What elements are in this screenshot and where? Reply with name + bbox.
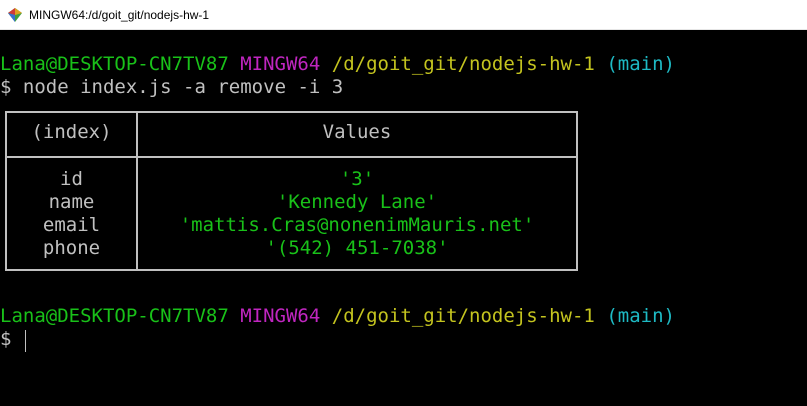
- prompt-symbol-2: $: [0, 328, 12, 350]
- title-bar[interactable]: MINGW64:/d/goit_git/nodejs-hw-1: [0, 0, 807, 30]
- table-value-email: 'mattis.Cras@nonenimMauris.net': [179, 214, 535, 236]
- table-value-phone: '(542) 451-7038': [265, 237, 449, 259]
- terminal-window: MINGW64:/d/goit_git/nodejs-hw-1 Lana@DES…: [0, 0, 807, 406]
- console-table: (index) Values id name email phone '3' '…: [5, 111, 578, 271]
- input-line[interactable]: $: [0, 328, 11, 351]
- prompt-user-host-2: Lana@DESKTOP-CN7TV87: [0, 305, 229, 327]
- prompt-line-2: Lana@DESKTOP-CN7TV87 MINGW64 /d/goit_git…: [0, 305, 675, 328]
- prompt-line: Lana@DESKTOP-CN7TV87 MINGW64 /d/goit_git…: [0, 53, 675, 76]
- table-key-name: name: [48, 191, 95, 213]
- prompt-path: /d/goit_git/nodejs-hw-1: [331, 53, 595, 75]
- prompt-env-2: MINGW64: [240, 305, 321, 327]
- prompt-env: MINGW64: [240, 53, 321, 75]
- table-value-column: '3' 'Kennedy Lane' 'mattis.Cras@nonenimM…: [138, 168, 576, 260]
- prompt-path-2: /d/goit_git/nodejs-hw-1: [331, 305, 595, 327]
- table-key-id: id: [60, 168, 83, 190]
- table-key-column: id name email phone: [7, 168, 136, 260]
- text-cursor: [25, 330, 26, 352]
- table-key-email: email: [42, 214, 101, 236]
- terminal-output[interactable]: Lana@DESKTOP-CN7TV87 MINGW64 /d/goit_git…: [0, 30, 807, 406]
- table-header-index: (index): [31, 121, 112, 143]
- prompt-branch-2: (main): [606, 305, 675, 327]
- table-key-phone: phone: [42, 237, 101, 259]
- command-text: node index.js -a remove -i 3: [22, 76, 344, 98]
- table-value-name: 'Kennedy Lane': [276, 191, 438, 213]
- command-line: $ node index.js -a remove -i 3: [0, 76, 343, 99]
- prompt-symbol: $: [0, 76, 12, 98]
- prompt-branch: (main): [606, 53, 675, 75]
- table-value-id: '3': [339, 168, 375, 190]
- table-header-values: Values: [322, 121, 392, 143]
- table-header-divider: [7, 156, 576, 158]
- window-title: MINGW64:/d/goit_git/nodejs-hw-1: [29, 8, 210, 22]
- prompt-user-host: Lana@DESKTOP-CN7TV87: [0, 53, 229, 75]
- mingw-gem-icon: [8, 8, 22, 22]
